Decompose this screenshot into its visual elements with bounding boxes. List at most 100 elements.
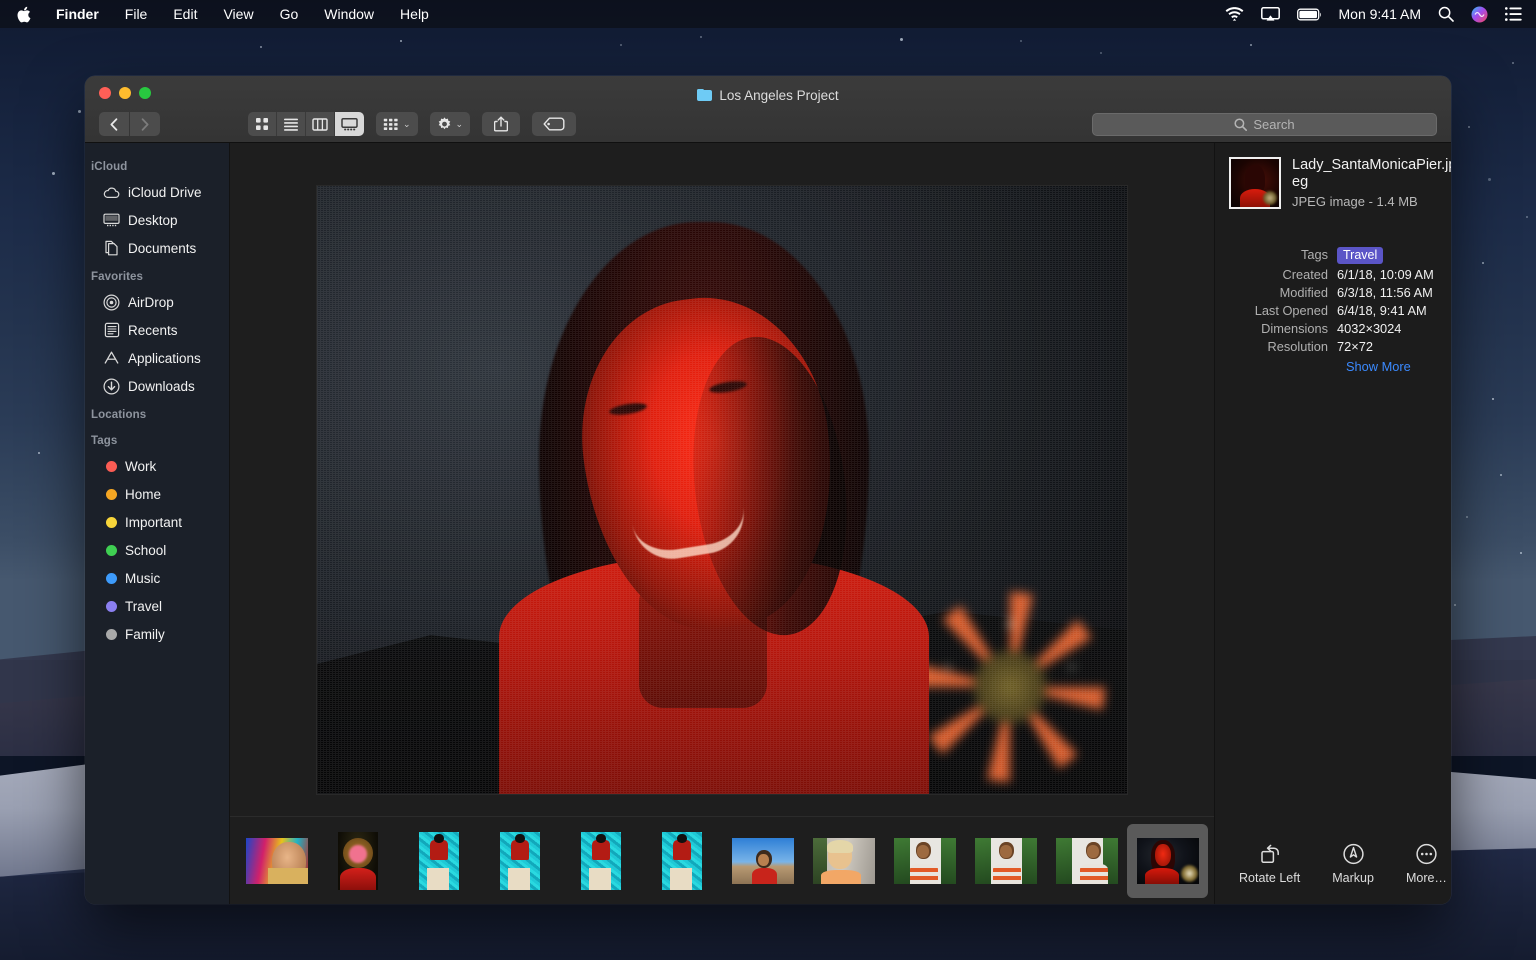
metadata-row-resolution: Resolution 72×72 — [1215, 339, 1451, 354]
thumbnail-image — [246, 838, 308, 884]
finder-window: Los Angeles Project — [85, 76, 1451, 904]
metadata-key: Resolution — [1215, 339, 1337, 354]
sidebar-section-locations-header: Locations — [85, 400, 229, 426]
status-badge[interactable]: Travel — [1337, 247, 1383, 264]
notification-center-icon[interactable] — [1505, 7, 1522, 21]
sidebar-item-recents[interactable]: Recents — [85, 316, 229, 344]
filmstrip-thumbnail-11[interactable] — [1046, 824, 1127, 898]
siri-icon[interactable] — [1471, 6, 1488, 23]
share-icon — [494, 116, 508, 132]
filmstrip-thumbnail-1[interactable] — [236, 824, 317, 898]
sidebar-item-tag-school[interactable]: School — [85, 536, 229, 564]
menu-item-view[interactable]: View — [210, 0, 266, 28]
icon-view-button[interactable] — [248, 112, 277, 136]
airplay-icon[interactable] — [1261, 7, 1280, 21]
metadata-row-dimensions: Dimensions 4032×3024 — [1215, 321, 1451, 336]
menu-item-file[interactable]: File — [112, 0, 161, 28]
filmstrip-thumbnail-10[interactable] — [965, 824, 1046, 898]
forward-button[interactable] — [130, 112, 160, 136]
apple-icon[interactable] — [14, 6, 43, 23]
action-label: More… — [1406, 871, 1447, 885]
sidebar-item-label: Work — [125, 459, 156, 474]
sidebar-item-tag-music[interactable]: Music — [85, 564, 229, 592]
tag-color-dot — [106, 461, 117, 472]
metadata-value: Travel — [1337, 247, 1383, 264]
metadata-value: 6/3/18, 11:56 AM — [1337, 285, 1433, 300]
gallery-main-area — [230, 143, 1214, 904]
gear-icon — [437, 117, 452, 132]
filmstrip-thumbnail-2[interactable] — [317, 824, 398, 898]
list-view-button[interactable] — [277, 112, 306, 136]
metadata-value: 72×72 — [1337, 339, 1373, 354]
filmstrip-thumbnail-5[interactable] — [560, 824, 641, 898]
share-button[interactable] — [482, 112, 520, 136]
sidebar-item-label: Downloads — [128, 379, 195, 394]
filmstrip-thumbnail-12[interactable] — [1127, 824, 1208, 898]
info-thumbnail — [1229, 157, 1281, 209]
sidebar-item-tag-work[interactable]: Work — [85, 452, 229, 480]
search-placeholder: Search — [1253, 117, 1294, 132]
menu-item-go[interactable]: Go — [267, 0, 312, 28]
menu-bar-clock[interactable]: Mon 9:41 AM — [1339, 6, 1422, 22]
sidebar-item-icloud-drive[interactable]: iCloud Drive — [85, 178, 229, 206]
back-button[interactable] — [99, 112, 129, 136]
rotate-left-button[interactable]: Rotate Left — [1239, 843, 1300, 885]
sidebar-item-tag-home[interactable]: Home — [85, 480, 229, 508]
sidebar-item-label: Family — [125, 627, 165, 642]
more-icon — [1415, 843, 1438, 865]
metadata-value: 6/4/18, 9:41 AM — [1337, 303, 1427, 318]
sidebar-item-applications[interactable]: Applications — [85, 344, 229, 372]
menu-bar: Finder File Edit View Go Window Help Mon… — [0, 0, 1536, 28]
menu-item-window[interactable]: Window — [311, 0, 387, 28]
window-title-bar[interactable]: Los Angeles Project — [85, 76, 1451, 143]
sidebar-section-favorites-header: Favorites — [85, 262, 229, 288]
filmstrip-thumbnail-6[interactable] — [641, 824, 722, 898]
info-file-details: Lady_SantaMonicaPier.jpeg JPEG image - 1… — [1292, 157, 1451, 209]
info-metadata-list: Tags Travel Created 6/1/18, 10:09 AM Mod… — [1215, 247, 1451, 374]
menu-item-help[interactable]: Help — [387, 0, 442, 28]
filmstrip-thumbnail-4[interactable] — [479, 824, 560, 898]
filmstrip-thumbnail-9[interactable] — [884, 824, 965, 898]
thumbnail-image — [894, 838, 956, 884]
metadata-key: Created — [1215, 267, 1337, 282]
spotlight-search-icon[interactable] — [1438, 6, 1454, 22]
sidebar-item-tag-important[interactable]: Important — [85, 508, 229, 536]
filmstrip[interactable] — [230, 816, 1214, 904]
menu-bar-left: Finder File Edit View Go Window Help — [14, 0, 442, 28]
window-body: iCloud iCloud Drive Desktop Documents Fa — [85, 143, 1451, 904]
sidebar-item-desktop[interactable]: Desktop — [85, 206, 229, 234]
menu-item-edit[interactable]: Edit — [160, 0, 210, 28]
sidebar-item-tag-travel[interactable]: Travel — [85, 592, 229, 620]
sidebar-item-label: Home — [125, 487, 161, 502]
metadata-row-modified: Modified 6/3/18, 11:56 AM — [1215, 285, 1451, 300]
markup-icon — [1342, 843, 1365, 865]
markup-button[interactable]: Markup — [1332, 843, 1374, 885]
battery-icon[interactable] — [1297, 8, 1322, 21]
more-button[interactable]: More… — [1406, 843, 1447, 885]
metadata-row-tags: Tags Travel — [1215, 247, 1451, 264]
sidebar-item-label: iCloud Drive — [128, 185, 202, 200]
tag-color-dot — [106, 601, 117, 612]
action-menu-button[interactable]: ⌄ — [430, 112, 471, 136]
filmstrip-thumbnail-3[interactable] — [398, 824, 479, 898]
toolbar: ⌄ ⌄ Sear — [85, 106, 1451, 142]
sidebar-item-tag-family[interactable]: Family — [85, 620, 229, 648]
sidebar-section-tags-header: Tags — [85, 426, 229, 452]
menu-item-finder[interactable]: Finder — [43, 0, 112, 28]
filmstrip-thumbnail-7[interactable] — [722, 824, 803, 898]
sidebar-item-label: Applications — [128, 351, 201, 366]
tag-button[interactable] — [532, 112, 576, 136]
gallery-view-button[interactable] — [335, 112, 364, 136]
sidebar-item-downloads[interactable]: Downloads — [85, 372, 229, 400]
sidebar-item-airdrop[interactable]: AirDrop — [85, 288, 229, 316]
column-view-button[interactable] — [306, 112, 335, 136]
wifi-icon[interactable] — [1225, 7, 1244, 21]
sidebar-item-label: Documents — [128, 241, 196, 256]
filmstrip-thumbnail-8[interactable] — [803, 824, 884, 898]
preview-image[interactable] — [317, 186, 1127, 794]
group-by-button[interactable]: ⌄ — [376, 112, 418, 136]
info-action-bar: Rotate Left Markup More… — [1215, 830, 1451, 904]
search-field[interactable]: Search — [1092, 113, 1437, 136]
sidebar-item-documents[interactable]: Documents — [85, 234, 229, 262]
show-more-link[interactable]: Show More — [1215, 359, 1451, 374]
